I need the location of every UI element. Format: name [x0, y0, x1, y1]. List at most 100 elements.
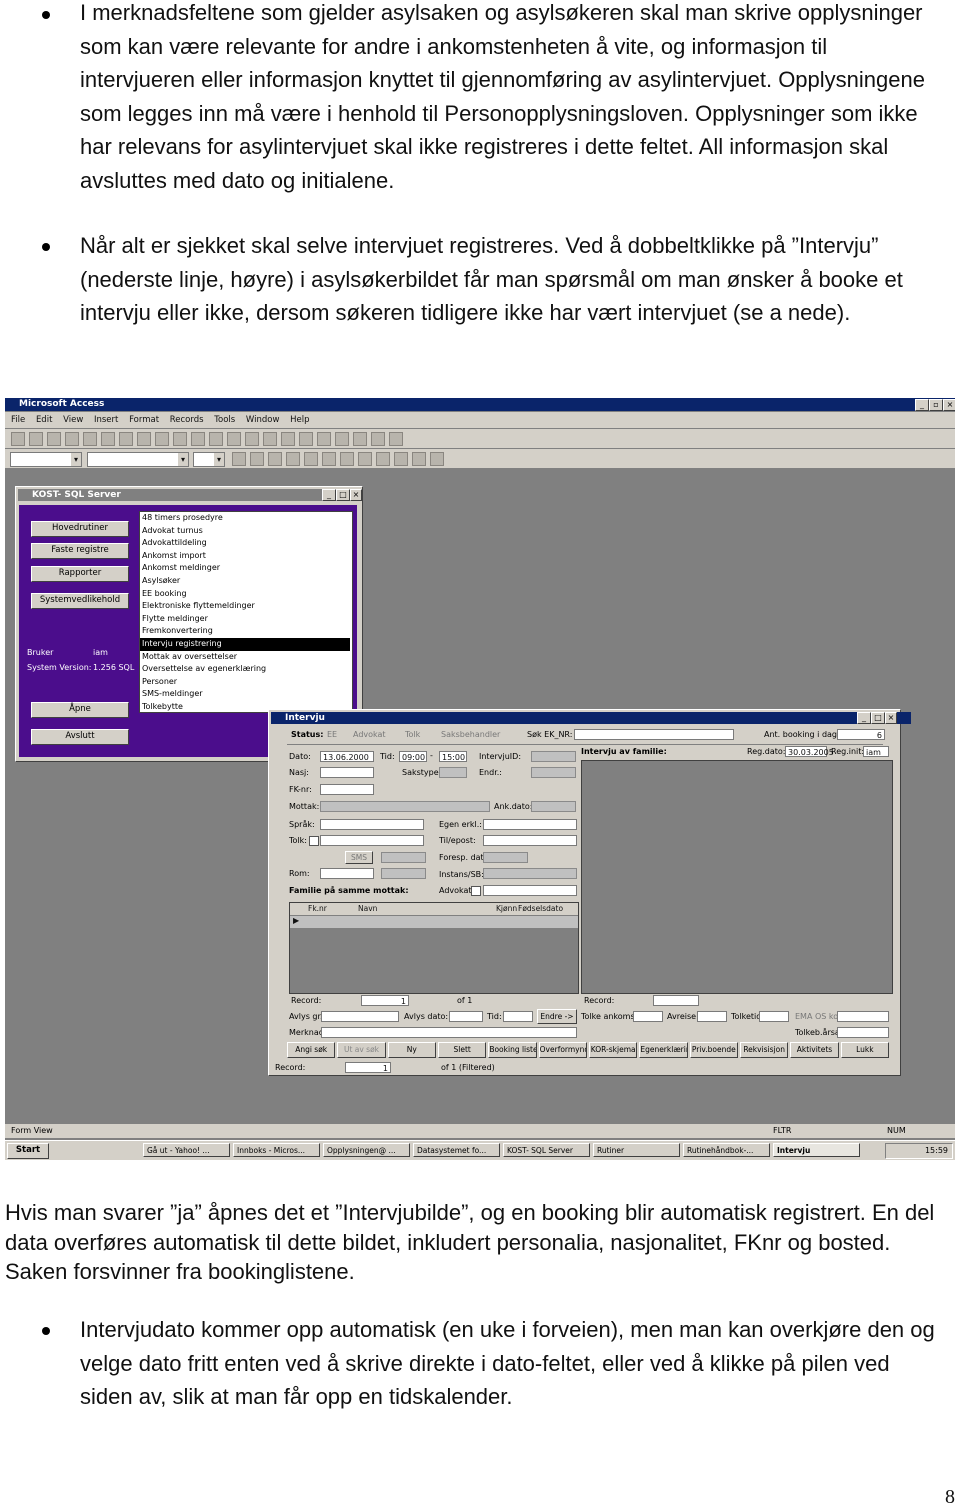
avslutt-button[interactable]: Avslutt	[31, 729, 129, 745]
tid-field[interactable]: 09:00	[399, 751, 427, 762]
routine-list-item[interactable]: Oversettelse av egenerklæring	[140, 663, 350, 676]
fknr-field[interactable]	[320, 784, 374, 795]
fill-color-icon[interactable]	[340, 452, 354, 466]
delete-record-icon[interactable]	[317, 432, 331, 446]
filter-form-icon[interactable]	[245, 432, 259, 446]
status-saksbehandler[interactable]: Saksbehandler	[441, 730, 500, 739]
undo-icon[interactable]	[155, 432, 169, 446]
advokat-checkbox[interactable]	[471, 886, 481, 896]
properties-icon[interactable]	[335, 432, 349, 446]
record-field[interactable]: 1	[361, 995, 409, 1006]
start-button[interactable]: Start	[7, 1143, 49, 1159]
record2-field[interactable]	[653, 995, 699, 1006]
line-color-icon[interactable]	[376, 452, 390, 466]
paste-icon[interactable]	[137, 432, 151, 446]
apply-filter-icon[interactable]	[263, 432, 277, 446]
align-center-icon[interactable]	[304, 452, 318, 466]
align-right-icon[interactable]	[322, 452, 336, 466]
routine-list-item[interactable]: Elektroniske flyttemeldinger	[140, 600, 350, 613]
close-button[interactable]: ×	[943, 399, 955, 411]
routine-list-item[interactable]: Personer	[140, 676, 350, 689]
copy-icon[interactable]	[119, 432, 133, 446]
bottom-button[interactable]: Ny	[387, 1042, 436, 1058]
align-left-icon[interactable]	[286, 452, 300, 466]
help-icon[interactable]	[389, 432, 403, 446]
bottom-button[interactable]: Slett	[438, 1042, 487, 1058]
apne-button[interactable]: Åpne	[31, 702, 129, 718]
bottom-button[interactable]: Rekvisisjon	[740, 1042, 789, 1058]
tolk-field[interactable]	[320, 835, 424, 846]
routine-list-item[interactable]: Mottak av oversettelser	[140, 651, 350, 664]
tolketid-field[interactable]	[759, 1011, 789, 1022]
cut-icon[interactable]	[101, 432, 115, 446]
new-record-icon[interactable]	[299, 432, 313, 446]
bottom-button[interactable]: Egenerklæring	[639, 1042, 688, 1058]
dato-field[interactable]: 13.06.2000	[320, 751, 374, 762]
routine-list-item[interactable]: Fremkonvertering	[140, 625, 350, 638]
save-icon[interactable]	[29, 432, 43, 446]
intervju-minimize-button[interactable]: _	[857, 712, 871, 724]
taskbar-button[interactable]: Datasystemet fo...	[413, 1143, 500, 1157]
routine-list-item[interactable]: Ankomst meldinger	[140, 562, 350, 575]
status-advokat[interactable]: Advokat	[353, 730, 386, 739]
preview-icon[interactable]	[65, 432, 79, 446]
menu-edit[interactable]: Edit	[36, 415, 52, 425]
taskbar-button[interactable]: Rutiner	[593, 1143, 680, 1157]
new-object-icon[interactable]	[371, 432, 385, 446]
taskbar-button[interactable]: Innboks - Micros...	[233, 1143, 320, 1157]
tid-end-field[interactable]: 15:00	[439, 751, 467, 762]
taskbar-button[interactable]: Rutinehåndbok-...	[683, 1143, 770, 1157]
kost-maximize-button[interactable]: □	[336, 489, 350, 501]
bottom-button[interactable]: KOR-skjema	[589, 1042, 638, 1058]
minimize-button[interactable]: _	[915, 399, 929, 411]
taskbar-button[interactable]: Gå ut - Yahoo! ...	[143, 1143, 230, 1157]
sprak-field[interactable]	[320, 819, 424, 830]
bottom-button[interactable]: Priv.boende	[689, 1042, 738, 1058]
sok-ek-nr-input[interactable]	[574, 729, 734, 740]
taskbar-button[interactable]: Opplysningen@ ...	[323, 1143, 410, 1157]
line-width-icon[interactable]	[394, 452, 408, 466]
footer-record-field[interactable]: 1	[345, 1062, 391, 1073]
font-combo[interactable]	[87, 452, 189, 467]
rom-field[interactable]	[320, 868, 374, 879]
advokat-field[interactable]	[483, 885, 577, 896]
menu-tools[interactable]: Tools	[214, 415, 235, 425]
egen-erkl-field[interactable]	[483, 819, 577, 830]
menu-insert[interactable]: Insert	[94, 415, 118, 425]
find-icon[interactable]	[281, 432, 295, 446]
ema-field[interactable]	[837, 1011, 889, 1022]
avlys-dato-field[interactable]	[449, 1011, 483, 1022]
til-epost-field[interactable]	[483, 835, 577, 846]
sort-desc-icon[interactable]	[209, 432, 223, 446]
sort-asc-icon[interactable]	[191, 432, 205, 446]
menu-format[interactable]: Format	[129, 415, 159, 425]
menu-window[interactable]: Window	[246, 415, 280, 425]
spelling-icon[interactable]	[83, 432, 97, 446]
object-combo[interactable]	[10, 452, 82, 467]
status-tolk[interactable]: Tolk	[405, 730, 420, 739]
bottom-button[interactable]: Lukk	[840, 1042, 889, 1058]
bottom-button[interactable]: Angi søk	[287, 1042, 336, 1058]
bottom-button[interactable]: Booking liste	[488, 1042, 537, 1058]
sms-button[interactable]: SMS	[345, 851, 373, 864]
taskbar-button[interactable]: KOST- SQL Server	[503, 1143, 590, 1157]
border-icon[interactable]	[412, 452, 426, 466]
menu-view[interactable]: View	[63, 415, 83, 425]
routine-list-item[interactable]: Asylsøker	[140, 575, 350, 588]
menu-records[interactable]: Records	[170, 415, 204, 425]
routine-list-item[interactable]: SMS-meldinger	[140, 688, 350, 701]
effect-icon[interactable]	[430, 452, 444, 466]
routine-list-item[interactable]: Ankomst import	[140, 550, 350, 563]
routine-list-item[interactable]: Flytte meldinger	[140, 613, 350, 626]
italic-icon[interactable]	[250, 452, 264, 466]
routine-list-item[interactable]: Advokattildeling	[140, 537, 350, 550]
intervju-close-button[interactable]: ×	[885, 712, 897, 724]
taskbar-button[interactable]: Intervju	[773, 1143, 860, 1157]
rapporter-button[interactable]: Rapporter	[31, 566, 129, 582]
avlys-gr-field[interactable]	[321, 1011, 399, 1022]
menu-help[interactable]: Help	[290, 415, 309, 425]
bottom-button[interactable]: Aktivitets	[790, 1042, 839, 1058]
font-color-icon[interactable]	[358, 452, 372, 466]
design-view-icon[interactable]	[11, 432, 25, 446]
print-icon[interactable]	[47, 432, 61, 446]
